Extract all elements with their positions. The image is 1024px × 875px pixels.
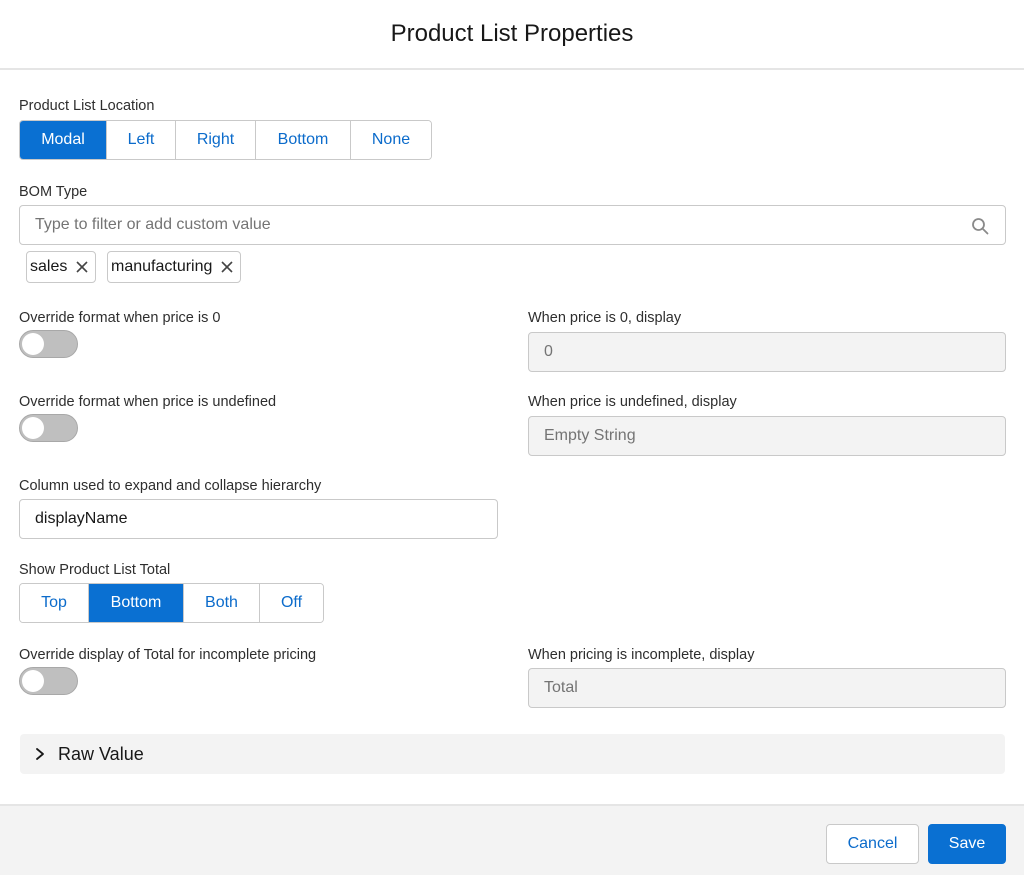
override-undefined-toggle[interactable] (19, 414, 78, 442)
toggle-knob (22, 670, 44, 692)
close-icon[interactable] (220, 260, 234, 274)
total-bottom-button[interactable]: Bottom (89, 584, 184, 622)
location-bottom-button[interactable]: Bottom (256, 121, 351, 159)
incomplete-display-label: When pricing is incomplete, display (528, 647, 755, 663)
location-button-group: Modal Left Right Bottom None (19, 120, 432, 160)
undefined-display-label: When price is undefined, display (528, 394, 737, 410)
modal-header: Product List Properties (0, 0, 1024, 70)
bom-pill-sales: sales (26, 251, 97, 283)
bom-pill-manufacturing: manufacturing (107, 251, 242, 283)
location-modal-button[interactable]: Modal (20, 121, 107, 159)
modal-footer: Cancel Save (0, 804, 1024, 875)
cancel-button[interactable]: Cancel (826, 824, 919, 864)
bom-type-label: BOM Type (19, 184, 88, 200)
location-label: Product List Location (19, 98, 155, 114)
zero-display-field: 0 (528, 332, 1006, 372)
override-incomplete-label: Override display of Total for incomplete… (19, 647, 317, 663)
incomplete-display-field: Total (528, 668, 1006, 708)
undefined-display-value: Empty String (544, 427, 636, 444)
show-total-label: Show Product List Total (19, 562, 171, 578)
save-button[interactable]: Save (928, 824, 1006, 864)
pill-label: sales (30, 258, 68, 275)
override-undefined-label: Override format when price is undefined (19, 394, 277, 410)
incomplete-display-value: Total (544, 679, 578, 696)
zero-display-value: 0 (544, 343, 553, 360)
modal-title: Product List Properties (390, 20, 634, 47)
location-right-button[interactable]: Right (176, 121, 256, 159)
raw-value-label: Raw Value (58, 743, 144, 764)
toggle-knob (22, 417, 44, 439)
search-icon (972, 218, 989, 235)
override-incomplete-toggle[interactable] (19, 667, 78, 695)
location-left-button[interactable]: Left (107, 121, 176, 159)
override-zero-toggle[interactable] (19, 330, 78, 358)
hierarchy-column-input[interactable] (35, 510, 482, 528)
total-top-button[interactable]: Top (20, 584, 89, 622)
close-icon[interactable] (75, 260, 89, 274)
product-list-properties-modal: Product List Properties Product List Loc… (0, 0, 1024, 875)
hierarchy-column-field (19, 499, 498, 539)
total-off-button[interactable]: Off (260, 584, 323, 622)
chevron-right-icon (36, 748, 44, 760)
raw-value-accordion[interactable]: Raw Value (20, 734, 1005, 774)
pill-label: manufacturing (111, 258, 213, 275)
hierarchy-column-label: Column used to expand and collapse hiera… (19, 478, 322, 494)
location-none-button[interactable]: None (351, 121, 431, 159)
override-zero-label: Override format when price is 0 (19, 310, 221, 326)
toggle-knob (22, 333, 44, 355)
zero-display-label: When price is 0, display (528, 310, 682, 326)
bom-type-search-input[interactable] (35, 216, 990, 234)
show-total-button-group: Top Bottom Both Off (19, 583, 324, 623)
undefined-display-field: Empty String (528, 416, 1006, 456)
bom-type-combobox (19, 205, 1006, 245)
total-both-button[interactable]: Both (184, 584, 260, 622)
